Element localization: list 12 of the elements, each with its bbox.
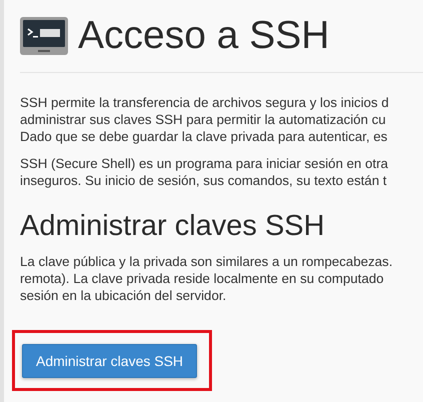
manage-keys-button[interactable]: Administrar claves SSH (22, 344, 198, 378)
paragraph-line: inseguros. Su inicio de sesión, sus comandos, su texto están t (20, 172, 387, 189)
paragraph-line: La clave pública y la privada son similares a un rompecabezas. (20, 253, 393, 270)
paragraph-line: remota). La clave privada reside localmente en su computado (20, 270, 384, 287)
terminal-icon (20, 17, 68, 55)
paragraph-line: sesión en la ubicación del servidor. (20, 287, 226, 304)
paragraph-line: SSH permite la transferencia de archivos segura y los inicios d (20, 94, 389, 111)
paragraph-line: Dado que se debe guardar la clave privada para autenticar, es (20, 128, 388, 145)
page-title: Acceso a SSH (78, 14, 330, 58)
section-title: Administrar claves SSH (20, 209, 326, 243)
paragraph-line: administrar sus claves SSH para permitir la automatización cu (20, 111, 386, 128)
paragraph-line: SSH (Secure Shell) es un programa para iniciar sesión en otra (20, 155, 388, 172)
